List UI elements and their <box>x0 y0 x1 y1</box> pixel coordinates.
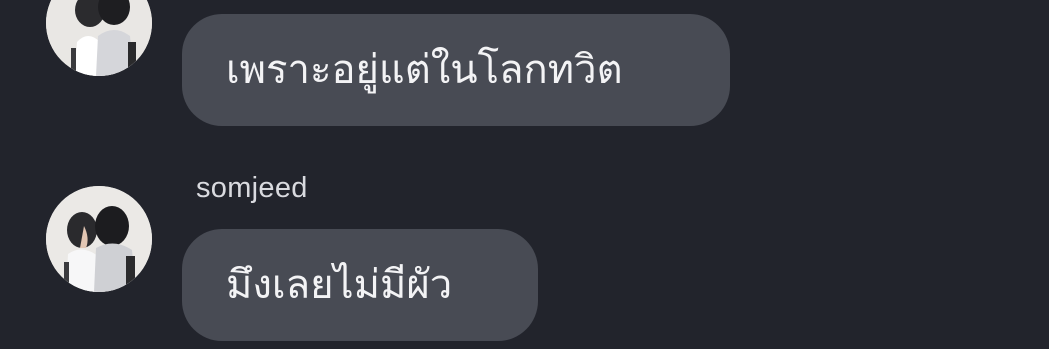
chat-thread: เพราะอยู่แต่ในโลกทวิต somjeed มึงเลยไม่ม… <box>0 0 1049 349</box>
message-text: มึงเลยไม่มีผัว <box>226 262 453 308</box>
sender-name: somjeed <box>196 172 308 204</box>
message-bubble[interactable]: มึงเลยไม่มีผัว <box>182 229 538 341</box>
avatar-photo-icon <box>46 186 152 292</box>
avatar[interactable] <box>46 0 152 76</box>
message-text: เพราะอยู่แต่ในโลกทวิต <box>226 47 623 93</box>
message-bubble[interactable]: เพราะอยู่แต่ในโลกทวิต <box>182 14 730 126</box>
avatar-photo-icon <box>46 0 152 76</box>
avatar[interactable] <box>46 186 152 292</box>
